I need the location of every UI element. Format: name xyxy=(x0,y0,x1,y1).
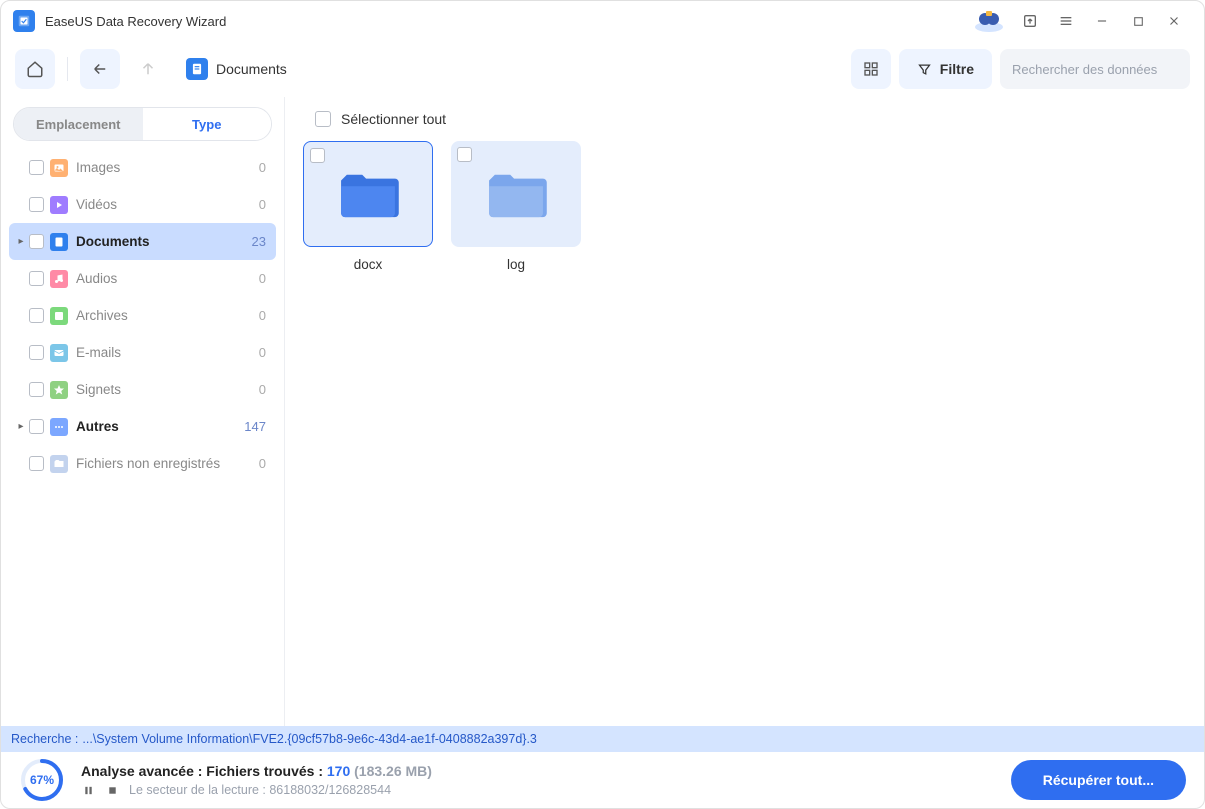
category-checkbox[interactable] xyxy=(29,456,44,471)
select-all-row[interactable]: Sélectionner tout xyxy=(303,111,1186,141)
menu-icon[interactable] xyxy=(1048,3,1084,39)
category-count: 0 xyxy=(259,197,266,212)
category-icon xyxy=(50,381,68,399)
category-count: 0 xyxy=(259,308,266,323)
search-box[interactable] xyxy=(1000,49,1190,89)
search-path-value: ...\System Volume Information\FVE2.{09cf… xyxy=(82,732,536,746)
category-label: Documents xyxy=(76,234,252,249)
sidebar-item-fichiers-non-enregistrés[interactable]: Fichiers non enregistrés0 xyxy=(9,445,276,482)
category-label: Fichiers non enregistrés xyxy=(76,456,259,471)
toolbar: Documents Filtre xyxy=(1,41,1204,97)
category-checkbox[interactable] xyxy=(29,308,44,323)
category-label: Signets xyxy=(76,382,259,397)
sidebar-item-signets[interactable]: Signets0 xyxy=(9,371,276,408)
scan-status: Analyse avancée : Fichiers trouvés : 170… xyxy=(81,763,995,779)
sidebar-item-documents[interactable]: ▸ Documents23 xyxy=(9,223,276,260)
folder-thumb[interactable] xyxy=(303,141,433,247)
category-count: 0 xyxy=(259,345,266,360)
category-label: Archives xyxy=(76,308,259,323)
titlebar: EaseUS Data Recovery Wizard xyxy=(1,1,1204,41)
minimize-icon[interactable] xyxy=(1084,3,1120,39)
pause-button[interactable] xyxy=(81,783,95,797)
category-count: 0 xyxy=(259,382,266,397)
folder-checkbox[interactable] xyxy=(457,147,472,162)
category-count: 23 xyxy=(252,234,266,249)
category-count: 147 xyxy=(244,419,266,434)
tab-location[interactable]: Emplacement xyxy=(14,108,143,140)
membership-icon[interactable] xyxy=(972,8,1006,34)
category-count: 0 xyxy=(259,160,266,175)
category-icon xyxy=(50,418,68,436)
category-icon xyxy=(50,270,68,288)
found-size: (183.26 MB) xyxy=(354,763,432,779)
footer: 67% Analyse avancée : Fichiers trouvés :… xyxy=(1,752,1204,808)
recover-button[interactable]: Récupérer tout... xyxy=(1011,760,1186,800)
select-all-checkbox[interactable] xyxy=(315,111,331,127)
up-button xyxy=(128,49,168,89)
category-checkbox[interactable] xyxy=(29,382,44,397)
app-logo xyxy=(13,10,35,32)
stop-button[interactable] xyxy=(105,783,119,797)
sidebar-tabs: Emplacement Type xyxy=(13,107,272,141)
category-label: E-mails xyxy=(76,345,259,360)
home-button[interactable] xyxy=(15,49,55,89)
sidebar-item-archives[interactable]: Archives0 xyxy=(9,297,276,334)
sidebar-item-audios[interactable]: Audios0 xyxy=(9,260,276,297)
filter-label: Filtre xyxy=(940,61,974,77)
category-icon xyxy=(50,196,68,214)
select-all-label: Sélectionner tout xyxy=(341,111,446,127)
category-count: 0 xyxy=(259,456,266,471)
category-checkbox[interactable] xyxy=(29,197,44,212)
sidebar-item-e-mails[interactable]: E-mails0 xyxy=(9,334,276,371)
folder-docx[interactable]: docx xyxy=(303,141,433,272)
category-checkbox[interactable] xyxy=(29,345,44,360)
progress-percent: 67% xyxy=(19,757,65,803)
category-icon xyxy=(50,159,68,177)
search-path-label: Recherche : xyxy=(11,732,78,746)
close-icon[interactable] xyxy=(1156,3,1192,39)
folder-checkbox[interactable] xyxy=(310,148,325,163)
back-button[interactable] xyxy=(80,49,120,89)
category-checkbox[interactable] xyxy=(29,419,44,434)
breadcrumb: Documents xyxy=(186,58,287,80)
category-icon xyxy=(50,344,68,362)
documents-icon xyxy=(186,58,208,80)
category-count: 0 xyxy=(259,271,266,286)
search-path-bar: Recherche : ...\System Volume Informatio… xyxy=(1,726,1204,752)
tab-type[interactable]: Type xyxy=(143,108,272,140)
expand-icon[interactable]: ▸ xyxy=(15,236,27,247)
progress-ring: 67% xyxy=(19,757,65,803)
category-label: Vidéos xyxy=(76,197,259,212)
folder-log[interactable]: log xyxy=(451,141,581,272)
filter-icon xyxy=(917,62,932,77)
content-area: Sélectionner tout docx log xyxy=(285,97,1204,726)
expand-icon[interactable]: ▸ xyxy=(15,421,27,432)
category-icon xyxy=(50,233,68,251)
category-label: Images xyxy=(76,160,259,175)
sidebar-item-autres[interactable]: ▸ Autres147 xyxy=(9,408,276,445)
found-count: 170 xyxy=(327,763,350,779)
category-checkbox[interactable] xyxy=(29,271,44,286)
search-input[interactable] xyxy=(1012,62,1188,77)
folder-name: log xyxy=(451,257,581,272)
folder-name: docx xyxy=(303,257,433,272)
category-checkbox[interactable] xyxy=(29,234,44,249)
category-checkbox[interactable] xyxy=(29,160,44,175)
sidebar-item-images[interactable]: Images0 xyxy=(9,149,276,186)
category-label: Audios xyxy=(76,271,259,286)
grid-view-button[interactable] xyxy=(851,49,891,89)
category-icon xyxy=(50,307,68,325)
maximize-icon[interactable] xyxy=(1120,3,1156,39)
sector-info: Le secteur de la lecture : 86188032/1268… xyxy=(129,783,391,797)
filter-button[interactable]: Filtre xyxy=(899,49,992,89)
upload-icon[interactable] xyxy=(1012,3,1048,39)
folder-thumb[interactable] xyxy=(451,141,581,247)
category-label: Autres xyxy=(76,419,244,434)
sidebar-item-vidéos[interactable]: Vidéos0 xyxy=(9,186,276,223)
breadcrumb-label: Documents xyxy=(216,61,287,77)
category-icon xyxy=(50,455,68,473)
sidebar: Emplacement Type Images0Vidéos0▸Document… xyxy=(1,97,285,726)
app-title: EaseUS Data Recovery Wizard xyxy=(45,14,226,29)
